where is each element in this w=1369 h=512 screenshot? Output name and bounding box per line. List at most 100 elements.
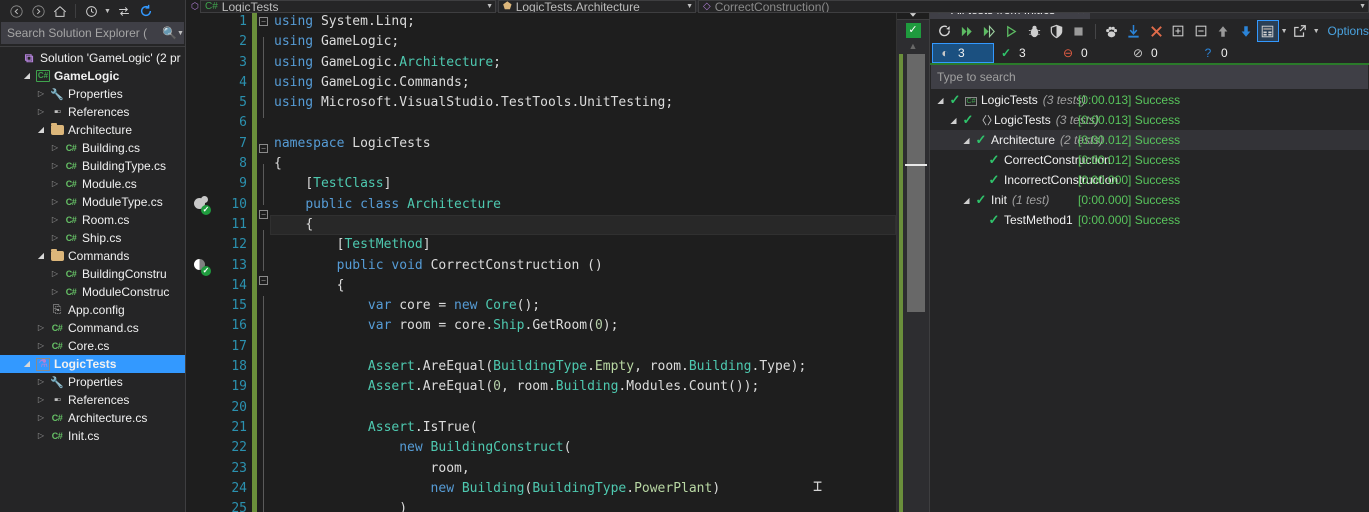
test-result-row[interactable]: ◢ ✓ Init (1 test) [0:00.000] Success xyxy=(930,190,1369,210)
tree-expander-icon[interactable]: ▷ xyxy=(34,103,48,121)
solution-tree-item[interactable]: ▷ C# BuildingType.cs xyxy=(0,157,185,175)
test-result-partial-run-icon[interactable]: ✓ xyxy=(193,195,211,215)
search-icon[interactable]: 🔍 xyxy=(162,26,177,40)
tree-expander-icon[interactable]: ◢ xyxy=(947,116,960,125)
code-line[interactable]: using System.Linq; xyxy=(270,12,896,32)
tree-expander-icon[interactable]: ▷ xyxy=(34,427,48,445)
sync-with-active-document-icon[interactable] xyxy=(114,1,134,21)
code-line[interactable]: Assert.IsTrue( xyxy=(270,418,896,438)
clear-icon[interactable] xyxy=(1145,20,1166,42)
open-external-icon[interactable] xyxy=(1289,20,1310,42)
fold-slot[interactable]: − xyxy=(257,143,270,164)
open-external-chevron-down-icon[interactable]: ▼ xyxy=(1312,28,1321,35)
solution-tree-item[interactable]: ◢ Commands xyxy=(0,247,185,265)
expand-all-icon[interactable] xyxy=(1168,20,1189,42)
code-line[interactable]: using GameLogic.Architecture; xyxy=(270,53,896,73)
tree-expander-icon[interactable]: ▷ xyxy=(34,319,48,337)
analyze-coverage-shield-icon[interactable] xyxy=(1046,20,1067,42)
tree-expander-icon[interactable]: ◢ xyxy=(960,196,973,205)
code-line[interactable]: var room = core.Ship.GetRoom(0); xyxy=(270,316,896,336)
tree-expander-icon[interactable]: ▷ xyxy=(48,139,62,157)
chevron-down-icon[interactable]: ▼ xyxy=(480,3,493,10)
code-line[interactable]: Assert.AreEqual(0, room.Building.Modules… xyxy=(270,377,896,397)
tree-expander-icon[interactable]: ▷ xyxy=(48,193,62,211)
fold-slot[interactable]: − xyxy=(257,209,270,230)
tree-expander-icon[interactable]: ▷ xyxy=(48,175,62,193)
solution-tree-item[interactable]: ▷ 🔧 Properties xyxy=(0,373,185,391)
tree-expander-icon[interactable]: ▷ xyxy=(48,265,62,283)
solution-tree[interactable]: ⧉ Solution 'GameLogic' (2 pr ◢ C# GameLogic ▷… xyxy=(0,46,185,512)
code-line[interactable]: { xyxy=(270,154,896,174)
solution-tree-item[interactable]: ⧉ Solution 'GameLogic' (2 pr xyxy=(0,49,185,67)
chevron-down-icon[interactable]: ▼ xyxy=(103,8,112,15)
run-icon[interactable] xyxy=(956,20,977,42)
tree-expander-icon[interactable]: ◢ xyxy=(20,355,34,373)
tree-expander-icon[interactable]: ◢ xyxy=(34,121,48,139)
editor-fold-column[interactable]: − − − − xyxy=(257,12,270,512)
tree-expander-icon[interactable]: ▷ xyxy=(34,409,48,427)
solution-tree-item[interactable]: ▷ 🔧 Properties xyxy=(0,85,185,103)
code-line[interactable]: using GameLogic; xyxy=(270,32,896,52)
tree-expander-icon[interactable]: ▷ xyxy=(48,283,62,301)
code-line[interactable]: [TestClass] xyxy=(270,174,896,194)
code-line[interactable]: new BuildingConstruct( xyxy=(270,438,896,458)
code-line[interactable]: using GameLogic.Commands; xyxy=(270,73,896,93)
forward-arrow-icon[interactable] xyxy=(28,1,48,21)
code-line[interactable]: using Microsoft.VisualStudio.TestTools.U… xyxy=(270,93,896,113)
test-search-box[interactable] xyxy=(931,65,1368,89)
solution-tree-item[interactable]: ◢ ⚗ LogicTests xyxy=(0,355,185,373)
tree-expander-icon[interactable]: ▷ xyxy=(34,337,48,355)
solution-tree-item[interactable]: ◢ C# GameLogic xyxy=(0,67,185,85)
test-search-input[interactable] xyxy=(937,70,1362,84)
code-line[interactable]: Assert.AreEqual(BuildingType.Empty, room… xyxy=(270,357,896,377)
playlist-paw-icon[interactable] xyxy=(1101,20,1122,42)
chevron-down-icon[interactable]: ▼ xyxy=(680,3,693,10)
solution-tree-item[interactable]: ▷ ▪▫ References xyxy=(0,391,185,409)
fold-collapse-icon[interactable]: − xyxy=(259,275,268,285)
test-count-passed[interactable]: ✓ 3 xyxy=(994,43,1056,63)
test-result-row[interactable]: ◢ ✓ C# LogicTests (3 tests) [0:00.013] Succes… xyxy=(930,90,1369,110)
test-count-failed[interactable]: ⊖ 0 xyxy=(1056,43,1126,63)
summary-chevron-down-icon[interactable]: ▼ xyxy=(1280,28,1289,35)
next-test-arrow-icon[interactable] xyxy=(1235,20,1256,42)
solution-tree-item[interactable]: ▷ C# Core.cs xyxy=(0,337,185,355)
previous-test-arrow-icon[interactable] xyxy=(1212,20,1233,42)
chevron-down-icon[interactable]: ▼ xyxy=(1353,3,1366,10)
fold-collapse-icon[interactable]: − xyxy=(259,17,268,26)
group-by-download-icon[interactable] xyxy=(1123,20,1144,42)
tree-expander-icon[interactable]: ◢ xyxy=(20,67,34,85)
fold-collapse-icon[interactable]: − xyxy=(259,209,268,219)
pending-changes-clock-icon[interactable] xyxy=(81,1,101,21)
search-options-chevron-icon[interactable]: ▼ xyxy=(177,30,184,37)
test-result-row[interactable]: ✓ CorrectConstruction [0:00.012] Success xyxy=(930,150,1369,170)
test-results-tree[interactable]: ◢ ✓ C# LogicTests (3 tests) [0:00.013] Succes… xyxy=(930,89,1369,512)
solution-tree-item[interactable]: ◢ Architecture xyxy=(0,121,185,139)
stop-icon[interactable] xyxy=(1068,20,1089,42)
collapse-all-icon[interactable] xyxy=(1190,20,1211,42)
solution-tree-item[interactable]: ▷ C# BuildingConstru xyxy=(0,265,185,283)
code-line[interactable]: room, xyxy=(270,459,896,479)
tree-expander-icon[interactable]: ▷ xyxy=(34,85,48,103)
fold-slot[interactable]: − xyxy=(257,17,270,37)
tree-expander-icon[interactable]: ▷ xyxy=(48,211,62,229)
code-line[interactable] xyxy=(270,113,896,133)
test-result-row[interactable]: ◢ ✓ Architecture (2 tests) [0:00.012] Succes… xyxy=(930,130,1369,150)
solution-tree-item[interactable]: ▷ C# Building.cs xyxy=(0,139,185,157)
code-health-ok-icon[interactable]: ✓ xyxy=(905,23,921,38)
fold-slot[interactable]: − xyxy=(257,275,270,296)
code-line[interactable]: ) xyxy=(270,499,896,512)
solution-tree-item[interactable]: ▷ C# Init.cs xyxy=(0,427,185,445)
test-count-total[interactable]: ◐ 3 xyxy=(932,43,994,63)
code-line[interactable]: { xyxy=(270,276,896,296)
summary-grid-icon[interactable] xyxy=(1257,20,1279,42)
home-icon[interactable] xyxy=(50,1,70,21)
refresh-icon[interactable] xyxy=(136,1,156,21)
tree-expander-icon[interactable]: ◢ xyxy=(960,136,973,145)
debug-tests-bug-icon[interactable] xyxy=(1024,20,1045,42)
code-line[interactable]: [TestMethod] xyxy=(270,235,896,255)
code-line[interactable] xyxy=(270,398,896,418)
code-line[interactable]: var core = new Core(); xyxy=(270,296,896,316)
code-line[interactable] xyxy=(270,337,896,357)
tree-expander-icon[interactable]: ▷ xyxy=(48,229,62,247)
solution-tree-item[interactable]: ▷ C# Room.cs xyxy=(0,211,185,229)
